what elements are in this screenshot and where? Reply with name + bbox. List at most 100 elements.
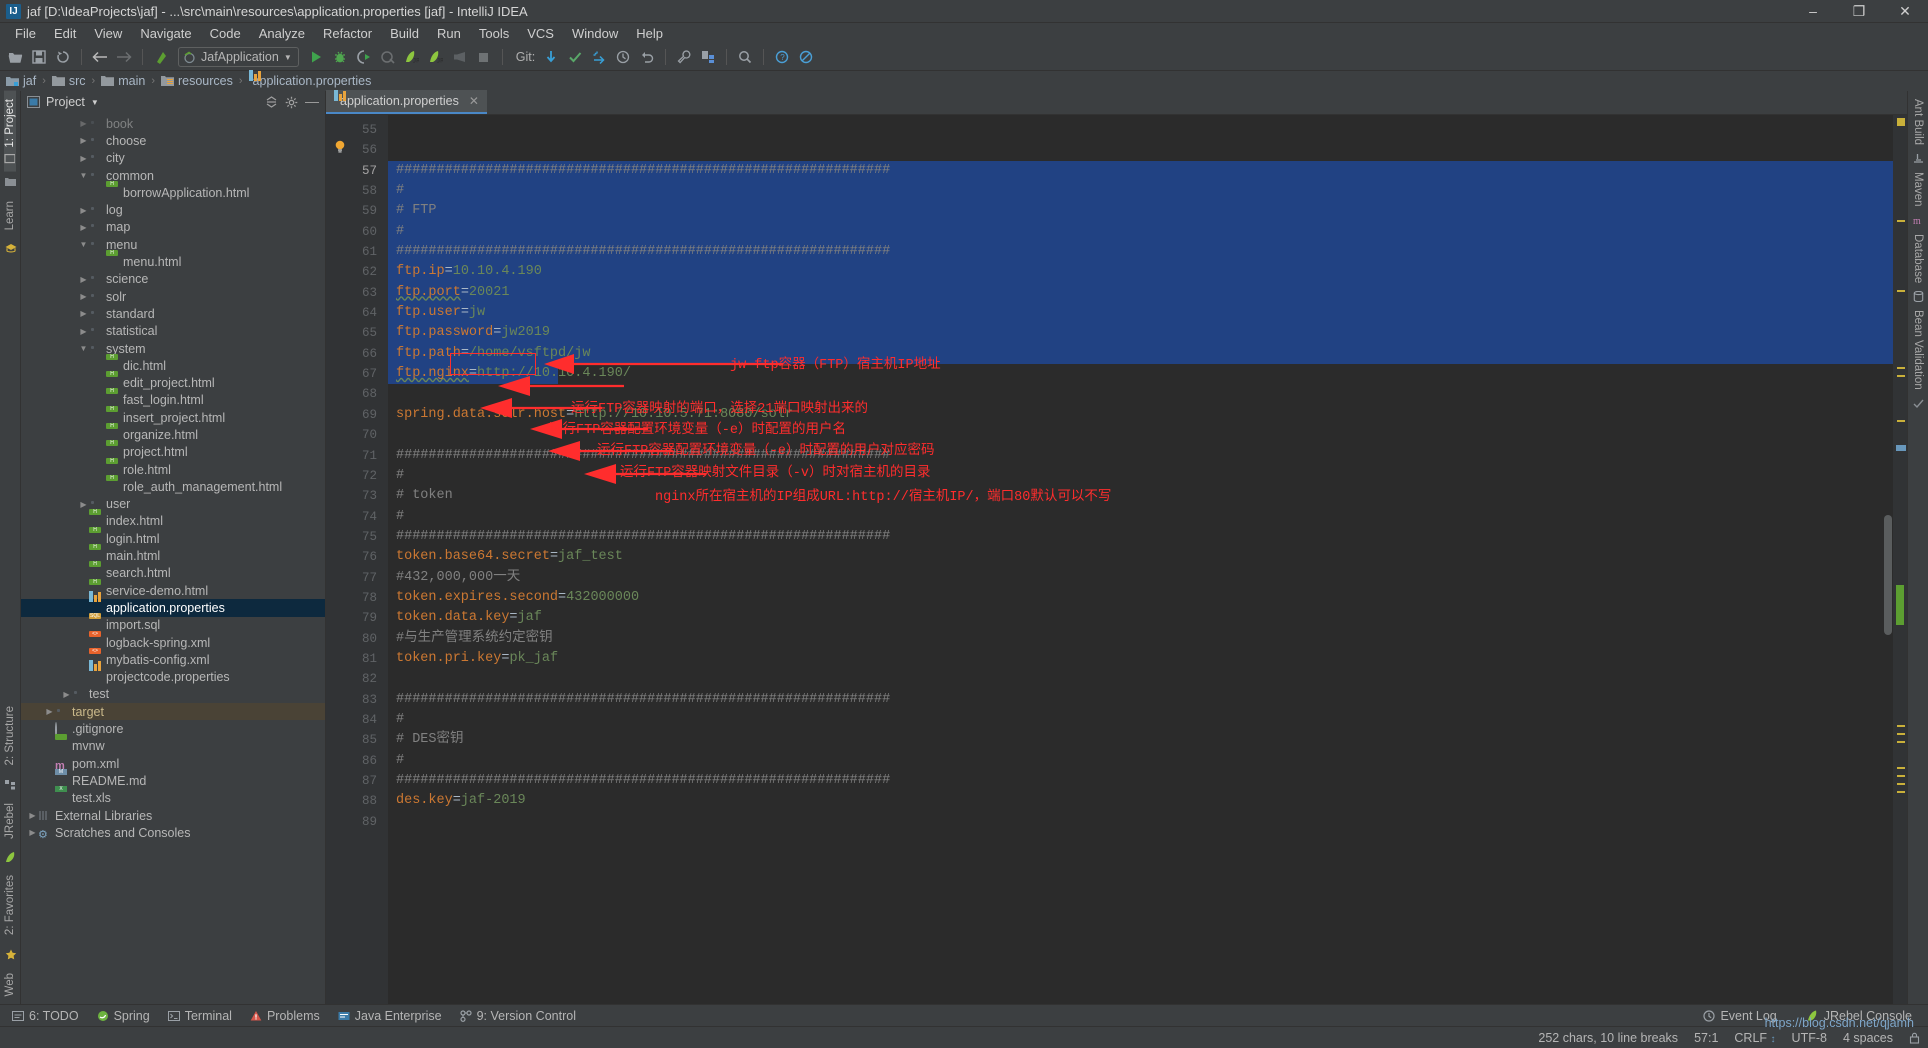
code-line-65[interactable]: ftp.password=jw2019 (388, 323, 1893, 344)
help-icon[interactable]: ? (771, 46, 793, 68)
save-all-icon[interactable] (28, 46, 50, 68)
encoding[interactable]: UTF-8 (1792, 1031, 1827, 1045)
lock-icon[interactable] (1909, 1032, 1920, 1044)
warning-marker[interactable] (1897, 420, 1905, 422)
tree-item-login-html[interactable]: login.html (21, 530, 325, 547)
tool-window-maven[interactable]: Maven (1912, 164, 1924, 215)
code-line-78[interactable]: token.expires.second=432000000 (388, 588, 1893, 608)
menu-navigate[interactable]: Navigate (131, 25, 200, 42)
chevron-right-icon[interactable]: ▶ (78, 206, 89, 215)
open-folder-icon[interactable] (4, 46, 26, 68)
chevron-right-icon[interactable]: ▶ (78, 500, 89, 509)
tree-item-science[interactable]: ▶ science (21, 271, 325, 288)
chevron-right-icon[interactable]: ▶ (78, 292, 89, 301)
menu-file[interactable]: File (6, 25, 45, 42)
code-line-59[interactable]: # FTP (388, 201, 1893, 222)
tree-item-dic-html[interactable]: dic.html (21, 357, 325, 374)
code-line-88[interactable]: des.key=jaf-2019 (388, 791, 1893, 811)
code-line-81[interactable]: token.pri.key=pk_jaf (388, 649, 1893, 669)
settings-wrench-icon[interactable] (673, 46, 695, 68)
code-line-80[interactable]: #与生产管理系统约定密钥 (388, 629, 1893, 649)
tool-window-learn[interactable]: Learn (4, 193, 16, 238)
jrebel-debug-icon[interactable]: JR (425, 46, 447, 68)
tool-window-todo[interactable]: 6: TODO (4, 1007, 87, 1025)
tree-item-import-sql[interactable]: import.sql (21, 617, 325, 634)
run-icon[interactable] (305, 46, 327, 68)
menu-analyze[interactable]: Analyze (250, 25, 314, 42)
blocked-icon[interactable] (795, 46, 817, 68)
code-line-60[interactable]: # (388, 221, 1893, 243)
menu-edit[interactable]: Edit (45, 25, 85, 42)
code-line-84[interactable]: # (388, 710, 1893, 730)
code-line-69[interactable]: spring.data.solr.host=http://10.10.5.71:… (388, 405, 1893, 425)
chevron-right-icon[interactable]: ▶ (78, 309, 89, 318)
tree-item-projectcode-properties[interactable]: projectcode.properties (21, 669, 325, 686)
warning-marker[interactable] (1897, 290, 1905, 292)
intention-bulb-icon[interactable] (334, 140, 346, 153)
tree-item-common[interactable]: ▼ common (21, 167, 325, 184)
chevron-down-icon[interactable]: ▼ (78, 344, 89, 353)
caret-position[interactable]: 57:1 (1694, 1031, 1718, 1045)
maven-icon[interactable]: m (1913, 215, 1924, 226)
breadcrumb-item-resources[interactable]: resources (160, 74, 233, 88)
tree-item-search-html[interactable]: search.html (21, 565, 325, 582)
chevron-down-icon[interactable]: ▼ (78, 171, 89, 180)
tree-item-scratches-and-consoles[interactable]: ▶ ⚙ Scratches and Consoles (21, 824, 325, 841)
code-line-76[interactable]: token.base64.secret=jaf_test (388, 547, 1893, 567)
gear-icon[interactable] (285, 96, 298, 109)
menu-build[interactable]: Build (381, 25, 428, 42)
tree-item-project-html[interactable]: project.html (21, 444, 325, 461)
tree-item-service-demo-html[interactable]: service-demo.html (21, 582, 325, 599)
breadcrumb-item-main[interactable]: main (101, 74, 145, 88)
menu-view[interactable]: View (85, 25, 131, 42)
tree-item-system[interactable]: ▼ system (21, 340, 325, 357)
tree-item-application-properties[interactable]: application.properties (21, 599, 325, 617)
project-tree[interactable]: ▶ book ▶ choose ▶ city ▼ common borrowApplicatio… (21, 113, 325, 1004)
tree-item-borrowapplication-html[interactable]: borrowApplication.html (21, 184, 325, 201)
code-line-55[interactable] (388, 120, 1893, 140)
tree-item-fast-login-html[interactable]: fast_login.html (21, 392, 325, 409)
code-line-57[interactable]: ########################################… (388, 160, 1893, 182)
run-with-coverage-icon[interactable] (353, 46, 375, 68)
code-line-71[interactable]: ########################################… (388, 446, 1893, 466)
maximize-button[interactable]: ❐ (1836, 0, 1882, 23)
vcs-change-marker[interactable] (1896, 585, 1904, 625)
code-line-82[interactable] (388, 669, 1893, 689)
menu-vcs[interactable]: VCS (518, 25, 563, 42)
code-content[interactable]: ########################################… (388, 115, 1893, 1004)
tab-application-properties[interactable]: application.properties ✕ (326, 90, 487, 114)
code-line-86[interactable]: # (388, 751, 1893, 771)
tree-item-index-html[interactable]: index.html (21, 513, 325, 530)
close-button[interactable]: ✕ (1882, 0, 1928, 23)
push-icon[interactable] (588, 46, 610, 68)
chevron-right-icon[interactable]: ▶ (78, 223, 89, 232)
project-structure-icon[interactable] (697, 46, 719, 68)
code-line-67[interactable]: ftp.nginx=http://10.10.4.190/ (388, 364, 1893, 385)
warning-marker[interactable] (1897, 783, 1905, 785)
menu-help[interactable]: Help (627, 25, 672, 42)
editor-scrollbar[interactable] (1883, 115, 1893, 1004)
tool-window-problems[interactable]: Problems (242, 1007, 328, 1025)
hide-icon[interactable]: — (305, 94, 319, 109)
line-separator[interactable]: CRLF ↕ (1734, 1031, 1775, 1045)
tree-item-test[interactable]: ▶ test (21, 686, 325, 703)
tree-item-role-auth-management-html[interactable]: role_auth_management.html (21, 478, 325, 495)
code-line-68[interactable] (388, 384, 1893, 404)
chevron-down-icon[interactable]: ▼ (91, 98, 99, 107)
chevron-right-icon[interactable]: ▶ (78, 154, 89, 163)
project-files-icon[interactable] (4, 177, 16, 188)
tool-window-bean-validation[interactable]: Bean Validation (1912, 302, 1924, 398)
tree-item-map[interactable]: ▶ map (21, 219, 325, 236)
code-line-64[interactable]: ftp.user=jw (388, 303, 1893, 324)
code-line-83[interactable]: ########################################… (388, 690, 1893, 710)
tree-item-external-libraries[interactable]: ▶ External Libraries (21, 807, 325, 824)
tree-item-logback-spring-xml[interactable]: logback-spring.xml (21, 634, 325, 651)
warning-marker[interactable] (1897, 375, 1905, 377)
tree-item-statistical[interactable]: ▶ statistical (21, 323, 325, 340)
tool-window-structure[interactable]: 2: Structure (4, 698, 16, 773)
tool-window-jrebel[interactable]: JRebel (4, 795, 16, 847)
tree-item-test-xls[interactable]: test.xls (21, 790, 325, 807)
warning-marker[interactable] (1897, 367, 1905, 369)
code-editor[interactable]: 55 56 57 58 59 60 61 62 63 64 65 66 67 68 69 70 71 72 73 74… (326, 115, 1907, 1004)
menu-code[interactable]: Code (201, 25, 250, 42)
